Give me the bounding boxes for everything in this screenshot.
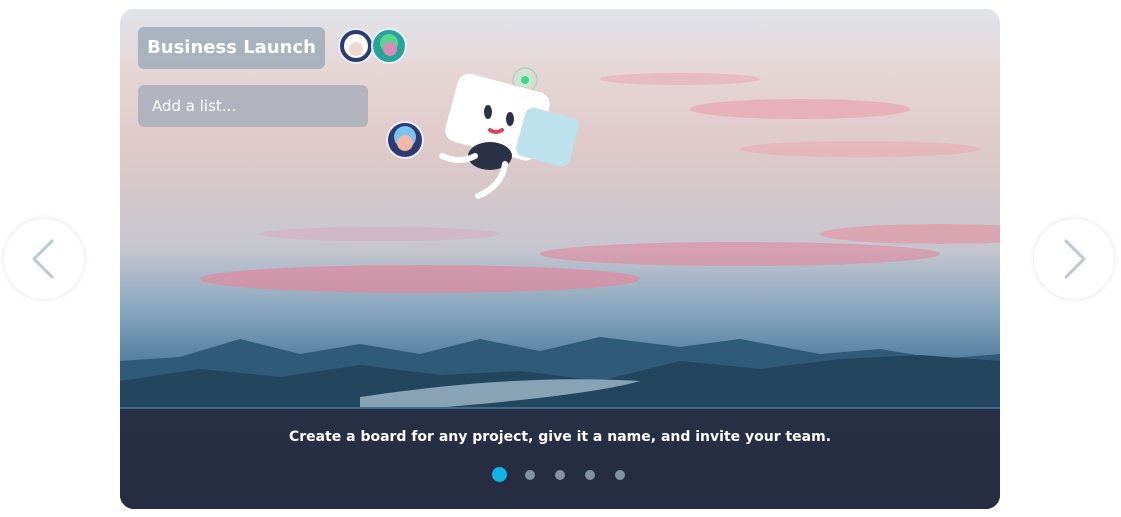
pagination-dot-4[interactable] (585, 470, 595, 480)
person-avatar-icon (380, 34, 398, 56)
robot-mascot-illustration (386, 67, 579, 199)
pagination-dot-1[interactable] (492, 467, 507, 482)
pagination-dot-3[interactable] (555, 470, 565, 480)
carousel-prev-button[interactable] (4, 219, 84, 299)
chevron-left-icon (32, 239, 54, 279)
slide-caption: Create a board for any project, give it … (288, 429, 832, 445)
carousel-slide: Business Launch Add a list... Create a b… (120, 9, 1000, 509)
member-avatar[interactable] (371, 28, 407, 64)
caption-bar (120, 409, 1000, 509)
chevron-right-icon (1064, 239, 1086, 279)
carousel-pagination (120, 466, 1000, 486)
carousel-next-button[interactable] (1034, 219, 1114, 299)
add-list-input[interactable]: Add a list... (138, 85, 368, 127)
board-title[interactable]: Business Launch (138, 27, 325, 69)
pagination-dot-2[interactable] (525, 470, 535, 480)
member-avatar[interactable] (338, 28, 374, 64)
pagination-dot-5[interactable] (615, 470, 625, 480)
person-avatar-icon (344, 34, 368, 58)
